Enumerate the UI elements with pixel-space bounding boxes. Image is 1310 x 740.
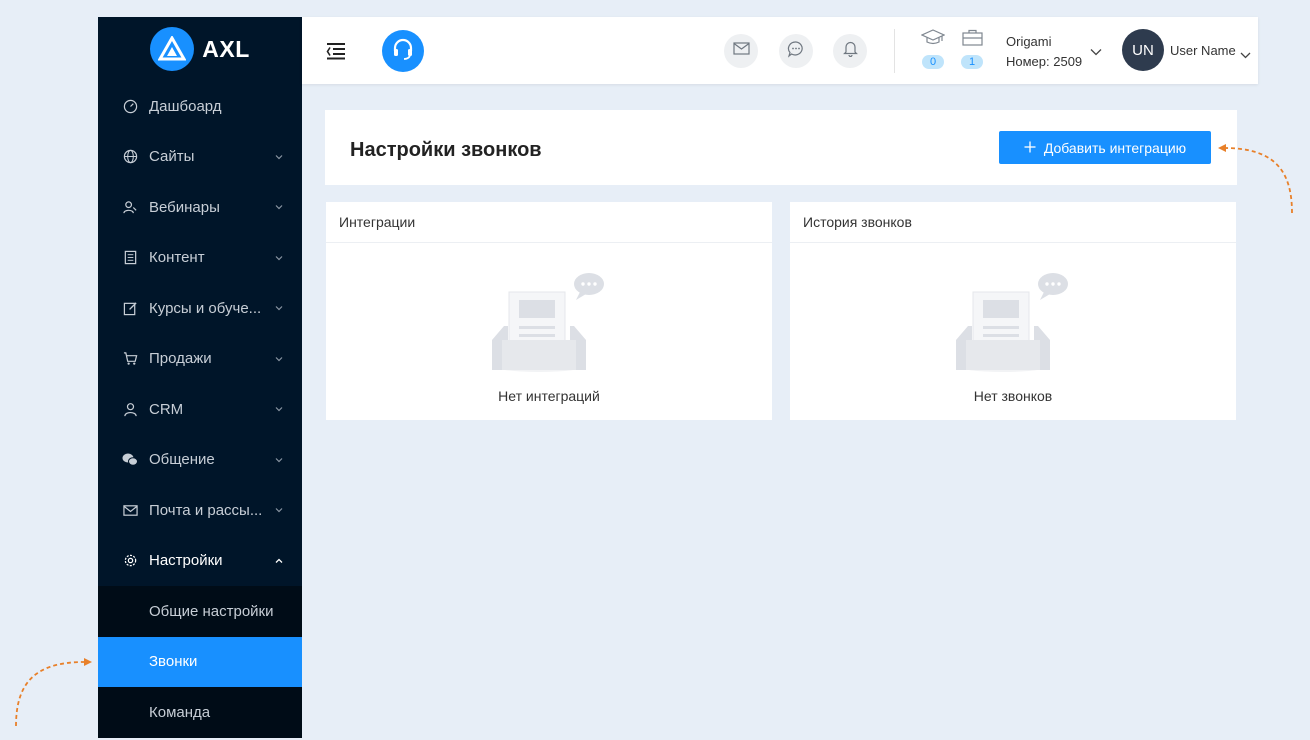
sidebar-item-communication[interactable]: Общение — [98, 435, 302, 486]
courses-count-badge: 0 — [922, 55, 944, 69]
sidebar-item-settings[interactable]: Настройки — [98, 536, 302, 587]
chevron-down-icon — [274, 253, 284, 263]
graduation-cap-icon — [920, 29, 946, 51]
sidebar-item-label: Дашбоард — [149, 97, 222, 115]
sidebar-item-label: Общение — [149, 451, 215, 469]
sidebar-item-label: Вебинары — [149, 198, 220, 216]
mail-icon — [122, 502, 138, 518]
orders-counter[interactable]: 1 — [959, 29, 985, 69]
sidebar-item-label: Настройки — [149, 552, 223, 570]
empty-state-text: Нет звонков — [973, 388, 1053, 404]
globe-icon — [122, 149, 138, 165]
sidebar-item-label: Контент — [149, 249, 205, 267]
chevron-down-icon — [274, 455, 284, 465]
sidebar-item-label: Продажи — [149, 350, 212, 368]
add-integration-label: Добавить интеграцию — [1043, 139, 1187, 156]
chevron-down-icon[interactable] — [1240, 46, 1251, 64]
dashboard-icon — [122, 98, 138, 114]
messages-button[interactable] — [724, 34, 758, 68]
chevron-down-icon — [274, 505, 284, 515]
annotation-arrow-icon — [15, 658, 92, 727]
sidebar-item-mail[interactable]: Почта и рассы... — [98, 485, 302, 536]
sidebar: AXL Дашбоард Сайты Вебинары Контент Курс… — [98, 17, 302, 738]
sidebar-item-courses[interactable]: Курсы и обуче... — [98, 283, 302, 334]
chevron-down-icon — [274, 404, 284, 414]
courses-counter[interactable]: 0 — [920, 29, 946, 69]
sidebar-item-label: Курсы и обуче... — [149, 299, 262, 317]
sidebar-item-content[interactable]: Контент — [98, 233, 302, 284]
chevron-down-icon — [274, 202, 284, 212]
cart-icon — [122, 351, 138, 367]
sidebar-item-label: Сайты — [149, 148, 195, 166]
chevron-down-icon — [274, 354, 284, 364]
logo[interactable]: AXL — [98, 17, 302, 81]
sidebar-item-label: CRM — [149, 400, 184, 418]
integrations-panel: Интеграции Нет интеграций — [326, 202, 772, 420]
page-header-card: Настройки звонков Добавить интеграцию — [325, 110, 1237, 185]
company-name: Origami — [1006, 34, 1052, 49]
user-icon — [122, 401, 138, 417]
bell-icon — [842, 40, 858, 62]
gear-icon — [122, 553, 138, 569]
annotation-arrow-icon — [1218, 144, 1293, 214]
plus-icon — [1024, 140, 1036, 156]
empty-state-text: Нет интеграций — [498, 388, 600, 404]
chat-bubble-icon — [787, 40, 805, 63]
add-integration-button[interactable]: Добавить интеграцию — [999, 131, 1211, 164]
sidebar-item-sites[interactable]: Сайты — [98, 132, 302, 183]
logo-icon — [150, 27, 195, 71]
settings-submenu: Общие настройки Звонки Команда — [98, 586, 302, 738]
sidebar-subitem-calls[interactable]: Звонки — [98, 636, 302, 687]
sidebar-item-crm[interactable]: CRM — [98, 384, 302, 435]
avatar[interactable]: UN — [1122, 29, 1164, 71]
chat-icon — [122, 452, 138, 468]
sidebar-subitem-team[interactable]: Команда — [98, 687, 302, 738]
mail-icon — [732, 42, 750, 60]
notifications-button[interactable] — [833, 34, 867, 68]
orders-count-badge: 1 — [961, 55, 983, 69]
briefcase-icon — [961, 29, 983, 51]
empty-inbox-icon — [956, 270, 1070, 381]
panel-title: Интеграции — [326, 202, 772, 243]
sidebar-item-dashboard[interactable]: Дашбоард — [98, 81, 302, 132]
panel-title: История звонков — [790, 202, 1236, 243]
page-title: Настройки звонков — [350, 139, 542, 161]
document-icon — [122, 250, 138, 266]
support-button[interactable] — [382, 30, 424, 72]
header-divider — [894, 29, 895, 73]
user-name[interactable]: User Name — [1170, 43, 1236, 58]
sidebar-subitem-general-settings[interactable]: Общие настройки — [98, 586, 302, 637]
sidebar-item-webinars[interactable]: Вебинары — [98, 182, 302, 233]
chevron-down-icon — [274, 303, 284, 313]
top-header: 0 1 Origami Номер: 2509 UN User Name — [302, 17, 1258, 84]
sidebar-item-label: Почта и рассы... — [149, 501, 263, 519]
company-selector[interactable]: Origami Номер: 2509 — [1006, 32, 1082, 72]
menu-collapse-icon[interactable] — [326, 42, 346, 60]
chevron-up-icon — [274, 556, 284, 566]
brand-name: AXL — [202, 35, 250, 62]
headset-icon — [392, 38, 414, 65]
company-number: Номер: 2509 — [1006, 54, 1083, 69]
call-history-panel: История звонков Нет звонков — [790, 202, 1236, 420]
sidebar-item-sales[interactable]: Продажи — [98, 334, 302, 385]
chevron-down-icon[interactable] — [1090, 43, 1102, 61]
chat-button[interactable] — [779, 34, 813, 68]
edit-icon — [122, 300, 138, 316]
chevron-down-icon — [274, 152, 284, 162]
empty-inbox-icon — [492, 270, 606, 381]
users-icon — [122, 199, 138, 215]
